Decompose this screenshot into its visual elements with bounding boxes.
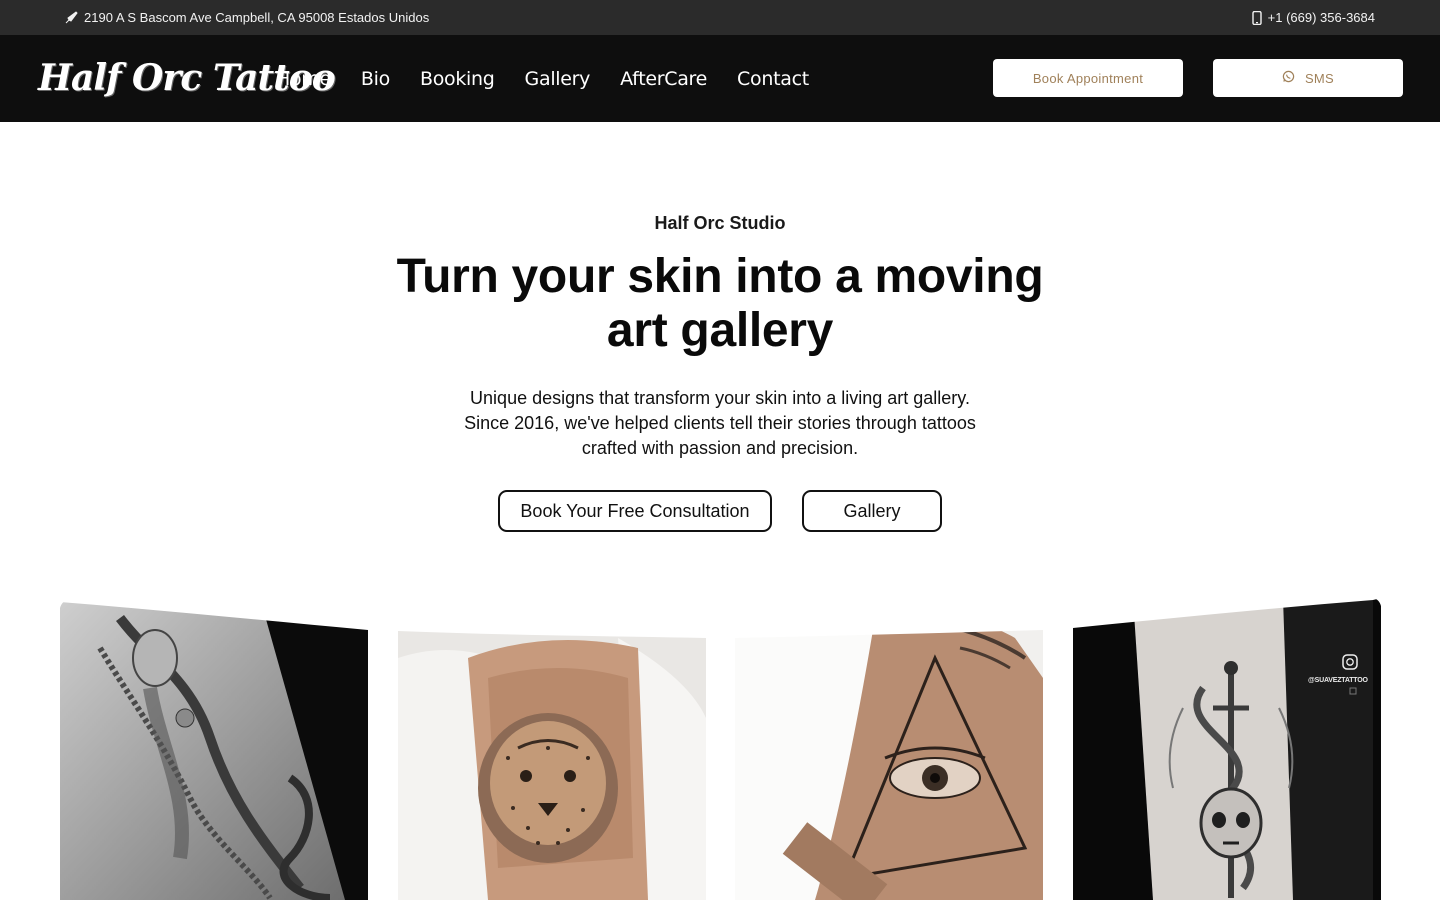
hero-cta-row: Book Your Free Consultation Gallery [0, 490, 1440, 532]
tattoo-gallery-strip: @SUAVEZTATTOO [0, 598, 1440, 900]
nav-menu: Home Bio Booking Gallery AfterCare Conta… [276, 35, 809, 122]
whatsapp-icon [1282, 70, 1295, 86]
hero-description: Unique designs that transform your skin … [464, 388, 976, 458]
nav-item-gallery[interactable]: Gallery [525, 68, 591, 90]
tattoo-needle-icon [65, 11, 78, 24]
main-navigation: Half Orc Tattoo Home Bio Booking Gallery… [0, 35, 1440, 122]
book-consultation-button[interactable]: Book Your Free Consultation [498, 490, 772, 532]
hero-headline: Turn your skin into a moving art gallery [396, 250, 1044, 357]
address-line: 2190 A S Bascom Ave Campbell, CA 95008 E… [65, 10, 429, 25]
nav-item-booking[interactable]: Booking [420, 68, 495, 90]
nav-item-aftercare[interactable]: AfterCare [620, 68, 707, 90]
nav-item-contact[interactable]: Contact [737, 68, 809, 90]
gallery-button-label: Gallery [843, 500, 901, 521]
tattoo-woman-snake-image[interactable] [60, 598, 368, 900]
book-consultation-label: Book Your Free Consultation [520, 500, 750, 521]
nav-item-home[interactable]: Home [276, 68, 331, 90]
sms-label: SMS [1304, 70, 1335, 86]
tattoo-skull-sword-snake-image[interactable]: @SUAVEZTATTOO [1073, 598, 1381, 900]
top-info-bar: 2190 A S Bascom Ave Campbell, CA 95008 E… [0, 0, 1440, 35]
sms-button[interactable]: SMS [1213, 59, 1403, 97]
mobile-phone-icon [1251, 10, 1262, 25]
book-appointment-button[interactable]: Book Appointment [993, 59, 1183, 97]
site-logo[interactable]: Half Orc Tattoo [38, 48, 336, 108]
nav-item-bio[interactable]: Bio [361, 68, 390, 90]
phone-line[interactable]: +1 (669) 356-3684 [1251, 10, 1375, 25]
book-appointment-label: Book Appointment [1032, 70, 1144, 86]
tattoo-eye-triangle-image[interactable] [735, 598, 1043, 900]
address-text: 2190 A S Bascom Ave Campbell, CA 95008 E… [84, 10, 430, 25]
phone-text[interactable]: +1 (669) 356-3684 [1268, 10, 1375, 25]
gallery-button[interactable]: Gallery [802, 490, 942, 532]
hero-kicker: Half Orc Studio [654, 213, 786, 233]
tattoo-cheetah-image[interactable] [398, 598, 706, 900]
